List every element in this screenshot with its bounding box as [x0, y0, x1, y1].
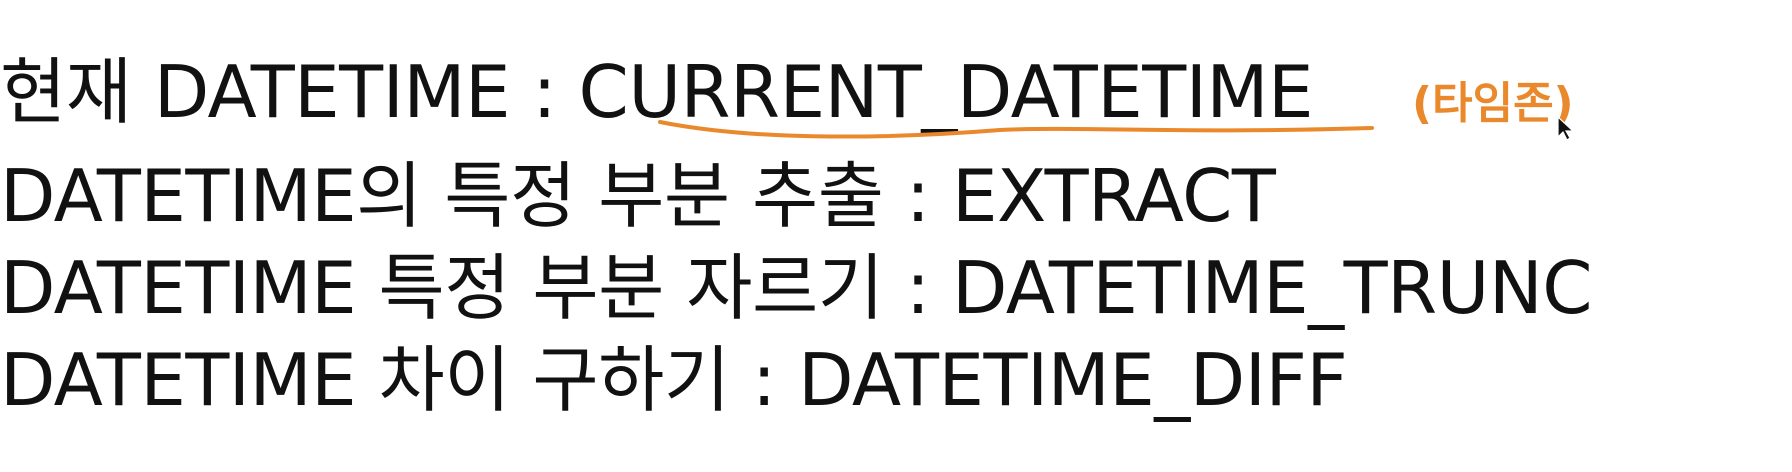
line-value: CURRENT_DATETIME — [578, 50, 1314, 134]
line-label: 현재 DATETIME — [0, 50, 511, 134]
line-value: EXTRACT — [952, 154, 1276, 238]
line-label: DATETIME 차이 구하기 — [0, 338, 730, 422]
line-extract: DATETIME의 특정 부분 추출 : EXTRACT — [0, 160, 1276, 232]
handwritten-note: (타임존) — [1412, 78, 1574, 129]
line-separator: : — [883, 154, 953, 238]
line-datetime-trunc: DATETIME 특정 부분 자르기 : DATETIME_TRUNC — [0, 252, 1592, 324]
line-separator: : — [883, 246, 953, 330]
line-separator: : — [729, 338, 799, 422]
line-current-datetime: 현재 DATETIME : CURRENT_DATETIME — [0, 56, 1314, 128]
slide: 현재 DATETIME : CURRENT_DATETIME DATETIME의… — [0, 0, 1792, 472]
line-label: DATETIME 특정 부분 자르기 — [0, 246, 884, 330]
mouse-pointer-icon — [1557, 116, 1575, 141]
line-label: DATETIME의 특정 부분 추출 — [0, 154, 884, 238]
line-value: DATETIME_DIFF — [798, 338, 1348, 422]
line-separator: : — [510, 50, 579, 134]
line-value: DATETIME_TRUNC — [952, 246, 1592, 330]
line-datetime-diff: DATETIME 차이 구하기 : DATETIME_DIFF — [0, 344, 1348, 416]
